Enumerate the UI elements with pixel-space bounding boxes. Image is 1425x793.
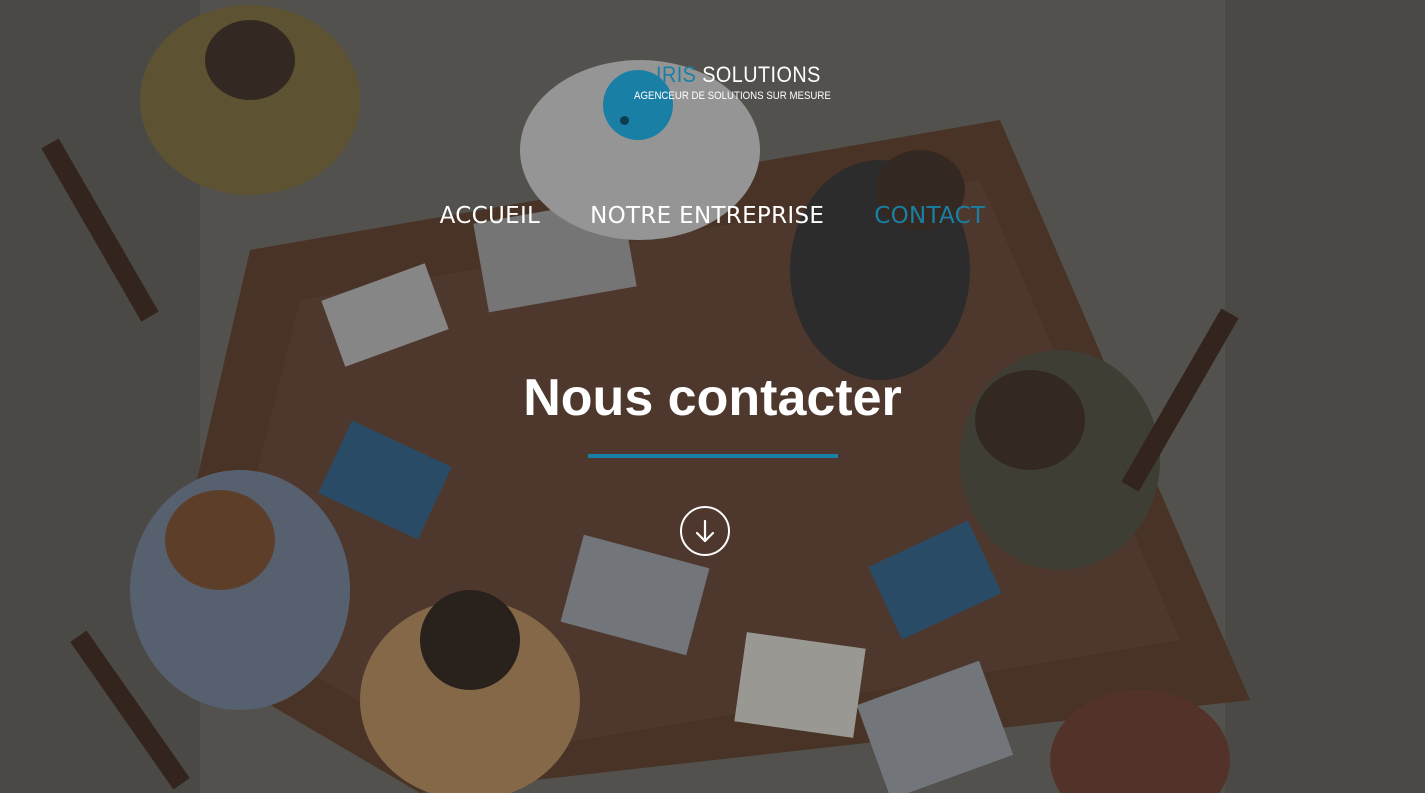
arrow-down-circle-icon [695,519,715,543]
hero-section: IRIS SOLUTIONS AGENCEUR DE SOLUTIONS SUR… [0,0,1425,793]
scroll-down-button[interactable] [680,506,730,556]
logo-brand-accent: IRIS [656,62,697,87]
logo-dot-icon [620,116,629,125]
logo-tagline: AGENCEUR DE SOLUTIONS SUR MESURE [634,90,831,102]
page-title: Nous contacter [523,369,902,427]
nav-item-contact[interactable]: CONTACT [874,203,985,229]
main-nav: ACCUEIL NOTRE ENTREPRISE CONTACT [0,203,1425,229]
logo-brand-rest: SOLUTIONS [696,62,821,87]
logo[interactable]: IRIS SOLUTIONS AGENCEUR DE SOLUTIONS SUR… [600,62,840,142]
title-underline [588,454,838,458]
nav-item-notre-entreprise[interactable]: NOTRE ENTREPRISE [590,203,824,229]
logo-title: IRIS SOLUTIONS [656,62,821,88]
nav-item-accueil[interactable]: ACCUEIL [440,203,541,229]
